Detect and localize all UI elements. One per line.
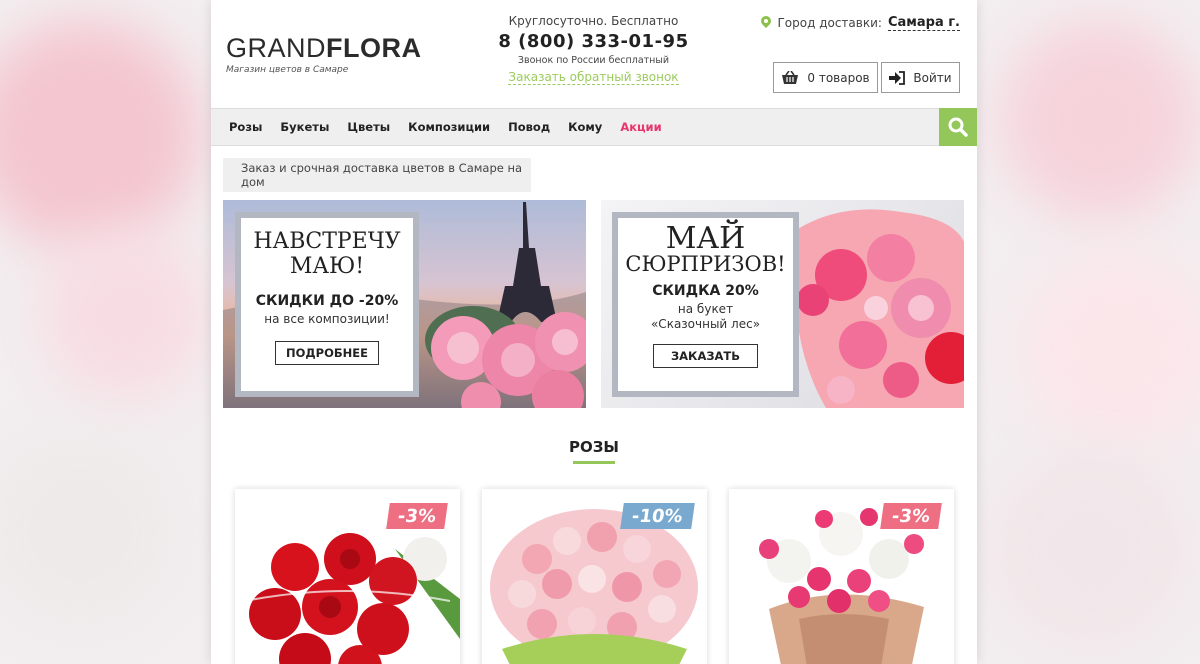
details-button[interactable]: ПОДРОБНЕЕ [275, 341, 379, 365]
page-container: GRANDFLORA Магазин цветов в Самаре Кругл… [211, 0, 977, 664]
product-card[interactable]: -3% [729, 489, 954, 664]
breadcrumb: Заказ и срочная доставка цветов в Самаре… [223, 158, 531, 192]
search-button[interactable] [939, 108, 977, 146]
promo-title-line1: НАВСТРЕЧУ [253, 229, 401, 254]
promo-title: НАВСТРЕЧУ МАЮ! [241, 229, 413, 279]
city-label: Город доставки: [777, 16, 882, 30]
promo-subtext: на все композиции! [264, 312, 390, 326]
nav-item-sales[interactable]: Акции [620, 120, 661, 134]
login-label: Войти [913, 70, 952, 85]
nav-item-recipient[interactable]: Кому [568, 120, 602, 134]
nav-item-flowers[interactable]: Цветы [347, 120, 390, 134]
logo-tagline: Магазин цветов в Самаре [226, 65, 349, 75]
basket-icon [782, 70, 799, 84]
nav-item-occasion[interactable]: Повод [508, 120, 550, 134]
phone-number[interactable]: 8 (800) 333-01-95 [481, 31, 706, 52]
phone-note: Звонок по России бесплатный [517, 55, 670, 66]
login-arrow-icon [889, 70, 906, 85]
nav-item-roses[interactable]: Розы [229, 120, 262, 134]
promo-box: МАЙ СЮРПРИЗОВ! СКИДКА 20% на букет «Сказ… [612, 212, 799, 397]
promo-discount: СКИДКА 20% [652, 283, 759, 299]
nav-item-compositions[interactable]: Композиции [408, 120, 490, 134]
product-card[interactable]: -10% [482, 489, 707, 664]
product-card[interactable]: -3% [235, 489, 460, 664]
promo-subtext-line2: «Сказочный лес» [650, 317, 761, 331]
promo-title-line1: МАЙ [665, 221, 746, 256]
contact-block: Круглосуточно. Бесплатно 8 (800) 333-01-… [481, 14, 706, 85]
search-icon [948, 117, 968, 137]
hours-text: Круглосуточно. Бесплатно [508, 14, 679, 28]
section-underline [573, 461, 615, 464]
logo[interactable]: GRANDFLORA Магазин цветов в Самаре [226, 33, 422, 75]
promo-subtext-line1: на букет [677, 302, 734, 316]
order-button[interactable]: ЗАКАЗАТЬ [652, 344, 759, 368]
city-selector[interactable]: Самара г. [887, 15, 960, 31]
promo-title-line2: МАЮ! [289, 254, 365, 279]
nav-item-bouquets[interactable]: Букеты [280, 120, 329, 134]
promo-box: НАВСТРЕЧУ МАЮ! СКИДКИ ДО -20% на все ком… [235, 212, 419, 397]
discount-badge: -3% [880, 503, 942, 529]
login-button[interactable]: Войти [881, 62, 960, 93]
discount-badge: -3% [386, 503, 448, 529]
cart-label: 0 товаров [807, 70, 870, 85]
promo-banner-may[interactable]: НАВСТРЕЧУ МАЮ! СКИДКИ ДО -20% на все ком… [223, 200, 586, 408]
callback-link[interactable]: Заказать обратный звонок [508, 70, 679, 85]
logo-text: GRANDFLORA [226, 33, 422, 63]
map-pin-icon [761, 16, 771, 30]
delivery-city: Город доставки: Самара г. [761, 15, 960, 31]
promo-title-line2: СЮРПРИЗОВ! [625, 252, 786, 276]
discount-badge: -10% [620, 503, 695, 529]
main-nav: Розы Букеты Цветы Композиции Повод Кому … [211, 108, 977, 146]
section-title: РОЗЫ [569, 438, 619, 456]
cart-button[interactable]: 0 товаров [773, 62, 878, 93]
promo-banner-surprise[interactable]: МАЙ СЮРПРИЗОВ! СКИДКА 20% на букет «Сказ… [601, 200, 964, 408]
promo-discount: СКИДКИ ДО -20% [255, 293, 399, 309]
